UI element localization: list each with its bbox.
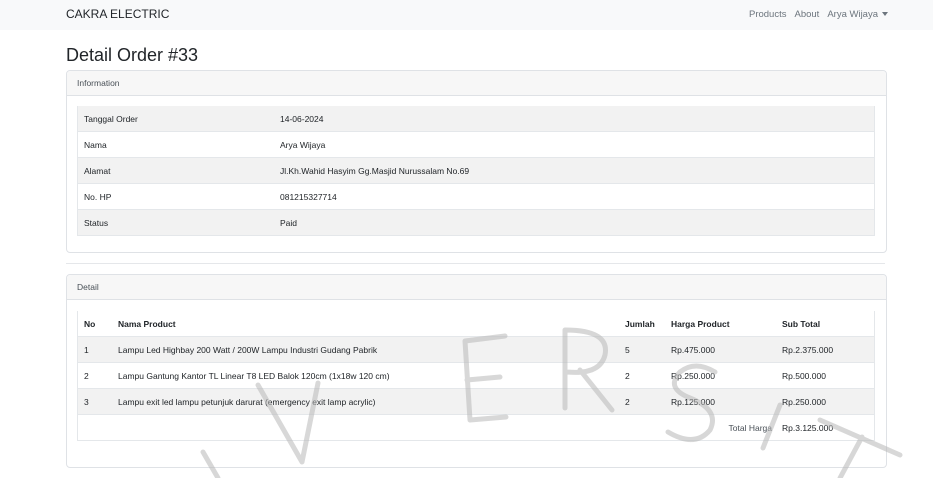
- page-title: Detail Order #33: [66, 45, 199, 65]
- cell-product: Lampu Led Highbay 200 Watt / 200W Lampu …: [112, 336, 619, 363]
- user-name: Arya Wijaya: [827, 9, 878, 20]
- navbar: CAKRA ELECTRIC Products About Arya Wijay…: [0, 0, 933, 30]
- order-items-table: No Nama Product Jumlah Harga Product Sub…: [77, 311, 875, 441]
- cell-subtotal: Rp.2.375.000: [776, 336, 875, 363]
- nav-products-link[interactable]: Products: [749, 9, 787, 20]
- detail-card: Detail No Nama Product Jumlah Harga Prod…: [66, 274, 887, 468]
- table-header-row: No Nama Product Jumlah Harga Product Sub…: [77, 311, 875, 337]
- cell-qty: 5: [619, 336, 665, 363]
- info-value: Arya Wijaya: [274, 131, 875, 158]
- table-row: 1 Lampu Led Highbay 200 Watt / 200W Lamp…: [77, 336, 875, 363]
- col-header-price: Harga Product: [671, 318, 730, 329]
- info-row: Nama Arya Wijaya: [77, 131, 875, 158]
- table-row: 2 Lampu Gantung Kantor TL Linear T8 LED …: [77, 362, 875, 389]
- info-label: Tanggal Order: [77, 106, 274, 132]
- nav-links: Products About Arya Wijaya: [749, 9, 888, 20]
- total-label: Total Harga: [77, 414, 776, 441]
- info-label: Status: [77, 209, 274, 236]
- info-label: No. HP: [77, 183, 274, 210]
- cell-subtotal: Rp.250.000: [776, 388, 875, 415]
- info-label: Nama: [77, 131, 274, 158]
- info-row: Status Paid: [77, 209, 875, 236]
- info-row: Alamat Jl.Kh.Wahid Hasyim Gg.Masjid Nurus…: [77, 157, 875, 184]
- cell-no: 3: [77, 388, 112, 415]
- information-card-header: Information: [67, 71, 886, 96]
- cell-qty: 2: [619, 388, 665, 415]
- col-header-no: No: [84, 318, 96, 329]
- cell-price: Rp.250.000: [665, 362, 776, 389]
- section-divider: [66, 263, 885, 264]
- info-row: No. HP 081215327714: [77, 183, 875, 210]
- information-card: Information Tanggal Order 14-06-2024 Nama…: [66, 70, 887, 253]
- cell-price: Rp.125.000: [665, 388, 776, 415]
- caret-down-icon: [882, 12, 888, 17]
- info-value: Paid: [274, 209, 875, 236]
- cell-no: 2: [77, 362, 112, 389]
- cell-price: Rp.475.000: [665, 336, 776, 363]
- col-header-product: Nama Product: [118, 318, 176, 329]
- information-table: Tanggal Order 14-06-2024 Nama Arya Wijaya …: [77, 106, 875, 236]
- cell-product: Lampu exit led lampu petunjuk darurat (e…: [112, 388, 619, 415]
- col-header-subtotal: Sub Total: [782, 318, 821, 329]
- nav-about-link[interactable]: About: [794, 9, 819, 20]
- total-value: Rp.3.125.000: [776, 414, 875, 441]
- cell-no: 1: [77, 336, 112, 363]
- cell-subtotal: Rp.500.000: [776, 362, 875, 389]
- user-dropdown[interactable]: Arya Wijaya: [827, 9, 888, 20]
- info-label: Alamat: [77, 157, 274, 184]
- info-value: 081215327714: [274, 183, 875, 210]
- cell-qty: 2: [619, 362, 665, 389]
- cell-product: Lampu Gantung Kantor TL Linear T8 LED Ba…: [112, 362, 619, 389]
- detail-card-header: Detail: [67, 275, 886, 300]
- info-row: Tanggal Order 14-06-2024: [77, 106, 875, 132]
- info-value: 14-06-2024: [274, 106, 875, 132]
- total-row: Total Harga Rp.3.125.000: [77, 414, 875, 441]
- brand-logo[interactable]: CAKRA ELECTRIC: [66, 7, 169, 21]
- info-value: Jl.Kh.Wahid Hasyim Gg.Masjid Nurussalam …: [274, 157, 875, 184]
- col-header-qty: Jumlah: [625, 318, 655, 329]
- table-row: 3 Lampu exit led lampu petunjuk darurat …: [77, 388, 875, 415]
